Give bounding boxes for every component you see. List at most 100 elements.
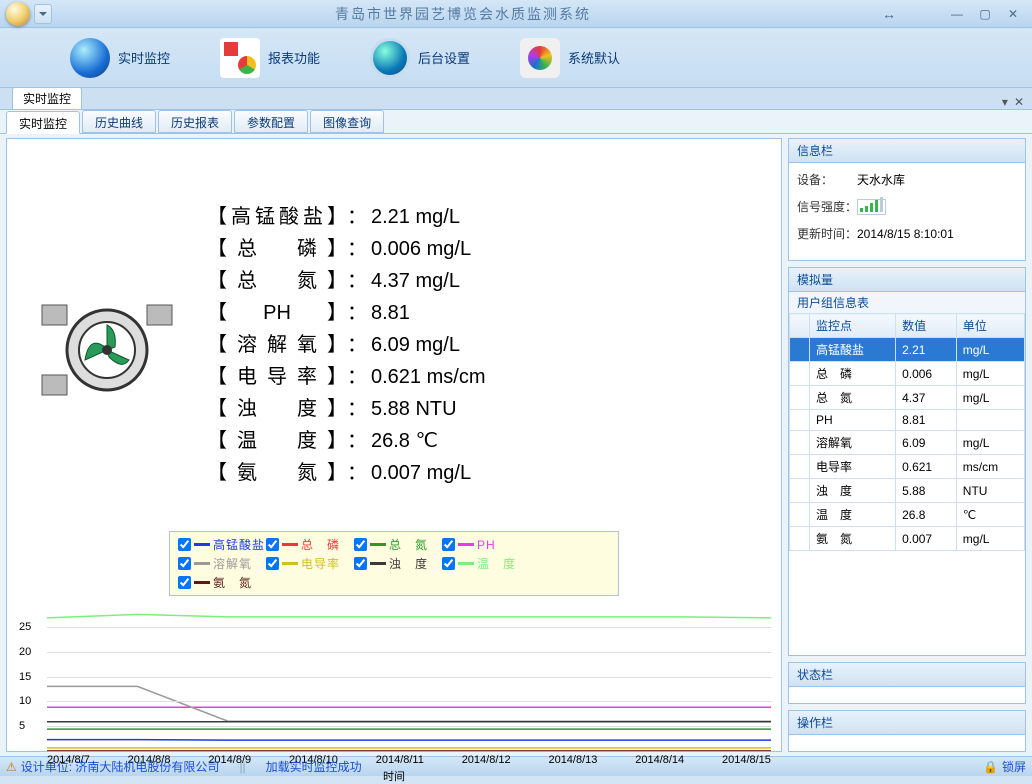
side-panel: 信息栏 设备： 天水水库 信号强度： 更新时间： 2014/8/15 8:10:… bbox=[788, 138, 1026, 752]
analog-panel: 模拟量 用户组信息表 监控点数值单位高锰酸盐2.21mg/L总 磷0.006mg… bbox=[788, 267, 1026, 656]
table-row[interactable]: 氨 氮0.007mg/L bbox=[790, 527, 1025, 551]
pump-icon bbox=[37, 275, 177, 415]
legend-item[interactable]: 浊 度 bbox=[354, 555, 442, 572]
lock-icon: 🔒 bbox=[983, 760, 998, 774]
table-header: 数值 bbox=[896, 314, 957, 338]
table-row[interactable]: 温 度26.8℃ bbox=[790, 503, 1025, 527]
legend-item[interactable]: 温 度 bbox=[442, 555, 530, 572]
info-device-label: 设备： bbox=[797, 171, 857, 188]
metrics-list: 【高锰酸盐】：2.21 mg/L【总 磷】：0.006 mg/L【总 氮】：4.… bbox=[207, 201, 485, 489]
x-tick-label: 2014/8/12 bbox=[462, 754, 511, 766]
analog-table: 监控点数值单位高锰酸盐2.21mg/L总 磷0.006mg/L总 氮4.37mg… bbox=[789, 313, 1025, 551]
table-row[interactable]: 总 磷0.006mg/L bbox=[790, 362, 1025, 386]
table-row[interactable]: 电导率0.621ms/cm bbox=[790, 455, 1025, 479]
tab-1[interactable]: 历史曲线 bbox=[82, 110, 156, 133]
legend-item[interactable]: 总 磷 bbox=[266, 536, 354, 553]
legend-checkbox[interactable] bbox=[442, 538, 455, 551]
legend-item[interactable]: PH bbox=[442, 536, 530, 553]
tab-3[interactable]: 参数配置 bbox=[234, 110, 308, 133]
table-row[interactable]: 溶解氧6.09mg/L bbox=[790, 431, 1025, 455]
toolbar-label: 实时监控 bbox=[118, 48, 170, 67]
legend-checkbox[interactable] bbox=[178, 538, 191, 551]
legend-checkbox[interactable] bbox=[266, 557, 279, 570]
info-panel: 信息栏 设备： 天水水库 信号强度： 更新时间： 2014/8/15 8:10:… bbox=[788, 138, 1026, 261]
legend-item[interactable]: 电导率 bbox=[266, 555, 354, 572]
info-signal-label: 信号强度： bbox=[797, 198, 857, 215]
tab-menu-icon[interactable]: ▾ bbox=[1002, 95, 1008, 109]
document-tab[interactable]: 实时监控 bbox=[12, 87, 82, 109]
info-update-label: 更新时间： bbox=[797, 225, 857, 242]
app-title: 青岛市世界园艺博览会水质监测系统 bbox=[52, 4, 874, 24]
legend-checkbox[interactable] bbox=[442, 557, 455, 570]
sub-tab-row: 实时监控历史曲线历史报表参数配置图像查询 bbox=[0, 110, 1032, 134]
legend-item[interactable]: 溶解氧 bbox=[178, 555, 266, 572]
toolbar-label: 报表功能 bbox=[268, 48, 320, 67]
panel-header: 操作栏 bbox=[789, 711, 1025, 735]
metric-row: 【PH】：8.81 bbox=[207, 297, 485, 329]
legend-item[interactable]: 氨 氮 bbox=[178, 574, 266, 591]
table-row[interactable]: 总 氮4.37mg/L bbox=[790, 386, 1025, 410]
toolbar-report[interactable]: 报表功能 bbox=[220, 38, 320, 78]
app-orb-icon[interactable] bbox=[6, 2, 30, 26]
x-tick-label: 2014/8/13 bbox=[548, 754, 597, 766]
metric-row: 【高锰酸盐】：2.21 mg/L bbox=[207, 201, 485, 233]
tab-0[interactable]: 实时监控 bbox=[6, 111, 80, 134]
workspace: 【高锰酸盐】：2.21 mg/L【总 磷】：0.006 mg/L【总 氮】：4.… bbox=[0, 134, 1032, 756]
tab-close-icon[interactable]: ✕ bbox=[1014, 95, 1024, 109]
main-toolbar: 实时监控 报表功能 后台设置 系统默认 bbox=[0, 28, 1032, 88]
panel-header: 模拟量 bbox=[789, 268, 1025, 292]
metric-row: 【总 氮】：4.37 mg/L bbox=[207, 265, 485, 297]
toolbar-default[interactable]: 系统默认 bbox=[520, 38, 620, 78]
maximize-button[interactable]: ▢ bbox=[972, 5, 998, 23]
panel-header: 信息栏 bbox=[789, 139, 1025, 163]
metric-row: 【溶解氧】：6.09 mg/L bbox=[207, 329, 485, 361]
legend-checkbox[interactable] bbox=[266, 538, 279, 551]
main-panel: 【高锰酸盐】：2.21 mg/L【总 磷】：0.006 mg/L【总 氮】：4.… bbox=[6, 138, 782, 752]
report-icon bbox=[220, 38, 260, 78]
line-chart: 510152025 bbox=[47, 602, 771, 752]
document-tab-strip: 实时监控 ▾ ✕ bbox=[0, 88, 1032, 110]
titlebar: 青岛市世界园艺博览会水质监测系统 ↔ — ▢ ✕ bbox=[0, 0, 1032, 28]
table-row[interactable]: 高锰酸盐2.21mg/L bbox=[790, 338, 1025, 362]
toolbar-label: 系统默认 bbox=[568, 48, 620, 67]
info-device-value: 天水水库 bbox=[857, 171, 905, 188]
display-area: 【高锰酸盐】：2.21 mg/L【总 磷】：0.006 mg/L【总 氮】：4.… bbox=[7, 139, 781, 531]
legend-item[interactable]: 高锰酸盐 bbox=[178, 536, 266, 553]
chart-area: 高锰酸盐总 磷总 氮PH溶解氧电导率浊 度温 度氨 氮 510152025 20… bbox=[7, 531, 781, 751]
operation-panel: 操作栏 bbox=[788, 710, 1026, 752]
legend-checkbox[interactable] bbox=[354, 557, 367, 570]
globe-icon bbox=[70, 38, 110, 78]
table-row[interactable]: PH8.81 bbox=[790, 410, 1025, 431]
status-panel: 状态栏 bbox=[788, 662, 1026, 704]
signal-bars-icon bbox=[857, 199, 886, 215]
metric-row: 【浊 度】：5.88 NTU bbox=[207, 393, 485, 425]
document-tab-controls: ▾ ✕ bbox=[994, 95, 1032, 109]
qat-dropdown[interactable] bbox=[34, 4, 52, 24]
x-tick-label: 2014/8/11 bbox=[376, 754, 424, 766]
status-message: 加载实时监控成功 bbox=[266, 758, 362, 775]
status-design: 设计单位: 济南大陆机电股份有限公司 bbox=[21, 758, 220, 775]
x-tick-label: 2014/8/15 bbox=[722, 754, 771, 766]
tab-4[interactable]: 图像查询 bbox=[310, 110, 384, 133]
tab-2[interactable]: 历史报表 bbox=[158, 110, 232, 133]
panel-header: 状态栏 bbox=[789, 663, 1025, 687]
default-icon bbox=[520, 38, 560, 78]
chart-legend: 高锰酸盐总 磷总 氮PH 溶解氧电导率浊 度温 度氨 氮 bbox=[169, 531, 619, 596]
close-button[interactable]: ✕ bbox=[1000, 5, 1026, 23]
toolbar-realtime[interactable]: 实时监控 bbox=[70, 38, 170, 78]
table-caption: 用户组信息表 bbox=[789, 292, 1025, 313]
x-tick-label: 2014/8/14 bbox=[635, 754, 684, 766]
lock-screen-button[interactable]: 锁屏 bbox=[1002, 758, 1026, 775]
table-header: 单位 bbox=[956, 314, 1024, 338]
legend-item[interactable]: 总 氮 bbox=[354, 536, 442, 553]
toolbar-setting[interactable]: 后台设置 bbox=[370, 38, 470, 78]
resize-handle-icon[interactable]: ↔ bbox=[876, 5, 902, 23]
minimize-button[interactable]: — bbox=[944, 5, 970, 23]
legend-checkbox[interactable] bbox=[178, 557, 191, 570]
table-row[interactable]: 浊 度5.88NTU bbox=[790, 479, 1025, 503]
metric-row: 【温 度】：26.8 ℃ bbox=[207, 425, 485, 457]
toolbar-label: 后台设置 bbox=[418, 48, 470, 67]
info-update-value: 2014/8/15 8:10:01 bbox=[857, 227, 954, 241]
legend-checkbox[interactable] bbox=[354, 538, 367, 551]
legend-checkbox[interactable] bbox=[178, 576, 191, 589]
